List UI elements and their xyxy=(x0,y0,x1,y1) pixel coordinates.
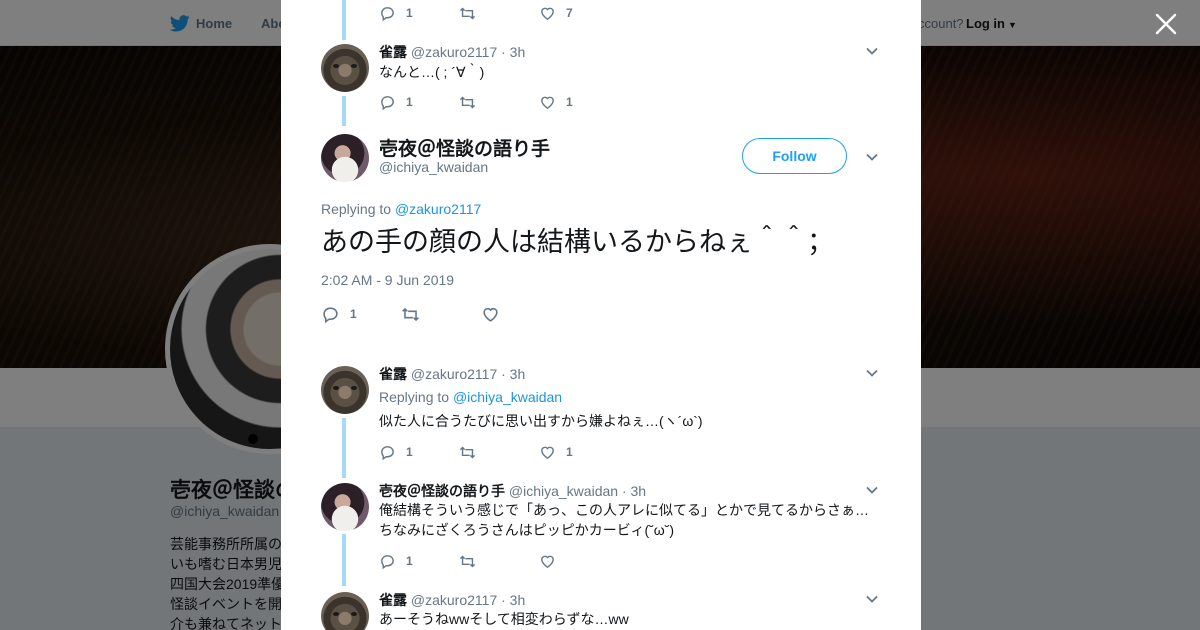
author-handle[interactable]: @zakuro2117 xyxy=(411,44,497,60)
like-icon xyxy=(541,7,554,20)
like-count: 1 xyxy=(566,445,573,459)
reply-button[interactable]: 1 xyxy=(379,444,459,461)
retweet-icon xyxy=(402,307,419,321)
author-name[interactable]: 雀露 xyxy=(379,592,407,608)
retweet-icon xyxy=(459,96,476,108)
like-button[interactable]: 1 xyxy=(539,444,619,461)
reply-icon xyxy=(323,306,338,323)
like-button[interactable]: 1 xyxy=(539,94,619,111)
retweet-icon xyxy=(459,555,476,567)
like-icon xyxy=(541,96,554,109)
retweet-button[interactable] xyxy=(401,305,481,324)
reply-count: 1 xyxy=(406,6,413,20)
main-author-handle[interactable]: @ichiya_kwaidan xyxy=(379,159,488,175)
reply-icon xyxy=(381,554,394,569)
retweet-button[interactable] xyxy=(459,5,539,22)
tweet-modal: 1 7 雀露 @zakuro2117 · 3h なんと…( ; ´∀｀) 1 1… xyxy=(281,0,921,630)
reply-button[interactable]: 1 xyxy=(379,5,459,22)
like-icon xyxy=(541,555,554,568)
author-name[interactable]: 壱夜＠怪談の語り手 xyxy=(379,483,505,499)
tweet-text-line: ちなみにざくろうさんはピッピかカービィ(˘ω˘) xyxy=(379,522,675,538)
reply-button[interactable]: 1 xyxy=(379,94,459,111)
tweet-actions: 1 1 xyxy=(379,442,619,462)
tweet-header: 雀露 @zakuro2117 · 3h xyxy=(379,364,525,384)
tweet-header: 壱夜＠怪談の語り手 @ichiya_kwaidan · 3h xyxy=(379,481,646,501)
tweet-header: 雀露 @zakuro2117 · 3h xyxy=(379,42,525,62)
chevron-down-icon[interactable] xyxy=(865,592,879,606)
avatar[interactable] xyxy=(321,134,369,182)
avatar[interactable] xyxy=(321,592,369,630)
reply-count: 1 xyxy=(350,307,357,321)
tweet-time[interactable]: · 3h xyxy=(501,366,525,382)
tweet-actions: 1 1 xyxy=(379,92,619,112)
thread-line xyxy=(342,418,346,478)
replying-to: Replying to @zakuro2117 xyxy=(321,201,481,217)
author-handle[interactable]: @zakuro2117 xyxy=(411,592,497,608)
retweet-button[interactable] xyxy=(459,553,539,570)
tweet-text: なんと…( ; ´∀｀) xyxy=(379,64,485,80)
like-count: 1 xyxy=(566,95,573,109)
reply-button[interactable]: 1 xyxy=(321,305,401,324)
tweet-text: 似た人に合うたびに思い出すから嫌よねぇ…(ヽ´ω`) xyxy=(379,413,703,429)
thread-line xyxy=(342,534,346,586)
reply-count: 1 xyxy=(406,95,413,109)
follow-button[interactable]: Follow xyxy=(742,138,847,174)
author-name[interactable]: 雀露 xyxy=(379,366,407,382)
tweet-time[interactable]: · 3h xyxy=(501,44,525,60)
reply-count: 1 xyxy=(406,445,413,459)
reply-icon xyxy=(381,6,394,21)
avatar[interactable] xyxy=(321,366,369,414)
reply-icon xyxy=(381,445,394,460)
retweet-button[interactable] xyxy=(459,94,539,111)
thread-line xyxy=(342,0,346,40)
retweet-button[interactable] xyxy=(459,444,539,461)
tweet-header: 雀露 @zakuro2117 · 3h xyxy=(379,590,525,610)
tweet-text-line: 俺結構そういう感じで「あっ、この人アレに似てる」とかで見てるからさぁ… xyxy=(379,502,869,518)
main-tweet-text: あの手の顔の人は結構いるからねぇ＾＾； xyxy=(321,227,834,257)
like-button[interactable] xyxy=(481,305,561,324)
retweet-icon xyxy=(459,446,476,458)
replying-prefix: Replying to xyxy=(379,389,450,405)
chevron-down-icon[interactable] xyxy=(865,483,879,497)
chevron-down-icon[interactable] xyxy=(865,150,879,164)
avatar[interactable] xyxy=(321,44,369,92)
tweet-time[interactable]: · 3h xyxy=(622,483,646,499)
like-icon xyxy=(541,446,554,459)
retweet-icon xyxy=(459,7,476,19)
tweet-actions: 1 7 xyxy=(379,3,619,23)
replying-prefix: Replying to xyxy=(321,201,392,217)
main-author-name[interactable]: 壱夜＠怪談の語り手 xyxy=(379,134,550,161)
tweet-time[interactable]: · 3h xyxy=(501,592,525,608)
tweet-actions: 1 xyxy=(379,551,619,571)
author-handle[interactable]: @zakuro2117 xyxy=(411,366,497,382)
replying-to-link[interactable]: @ichiya_kwaidan xyxy=(453,389,562,405)
close-icon[interactable] xyxy=(1154,12,1178,36)
main-tweet-timestamp[interactable]: 2:02 AM - 9 Jun 2019 xyxy=(321,272,454,288)
like-count: 7 xyxy=(566,6,573,20)
replying-to-link[interactable]: @zakuro2117 xyxy=(395,201,481,217)
main-tweet-actions: 1 xyxy=(321,304,561,324)
replying-to: Replying to @ichiya_kwaidan xyxy=(379,389,562,405)
chevron-down-icon[interactable] xyxy=(865,366,879,380)
reply-count: 1 xyxy=(406,554,413,568)
reply-button[interactable]: 1 xyxy=(379,553,459,570)
author-handle[interactable]: @ichiya_kwaidan xyxy=(509,483,618,499)
thread-line xyxy=(342,96,346,126)
like-button[interactable] xyxy=(539,553,619,570)
reply-icon xyxy=(381,95,394,110)
avatar[interactable] xyxy=(321,483,369,531)
author-name[interactable]: 雀露 xyxy=(379,44,407,60)
like-icon xyxy=(483,307,498,322)
tweet-text: あーそうねwwそして相変わらずな…ww xyxy=(379,611,629,627)
like-button[interactable]: 7 xyxy=(539,5,619,22)
chevron-down-icon[interactable] xyxy=(865,44,879,58)
